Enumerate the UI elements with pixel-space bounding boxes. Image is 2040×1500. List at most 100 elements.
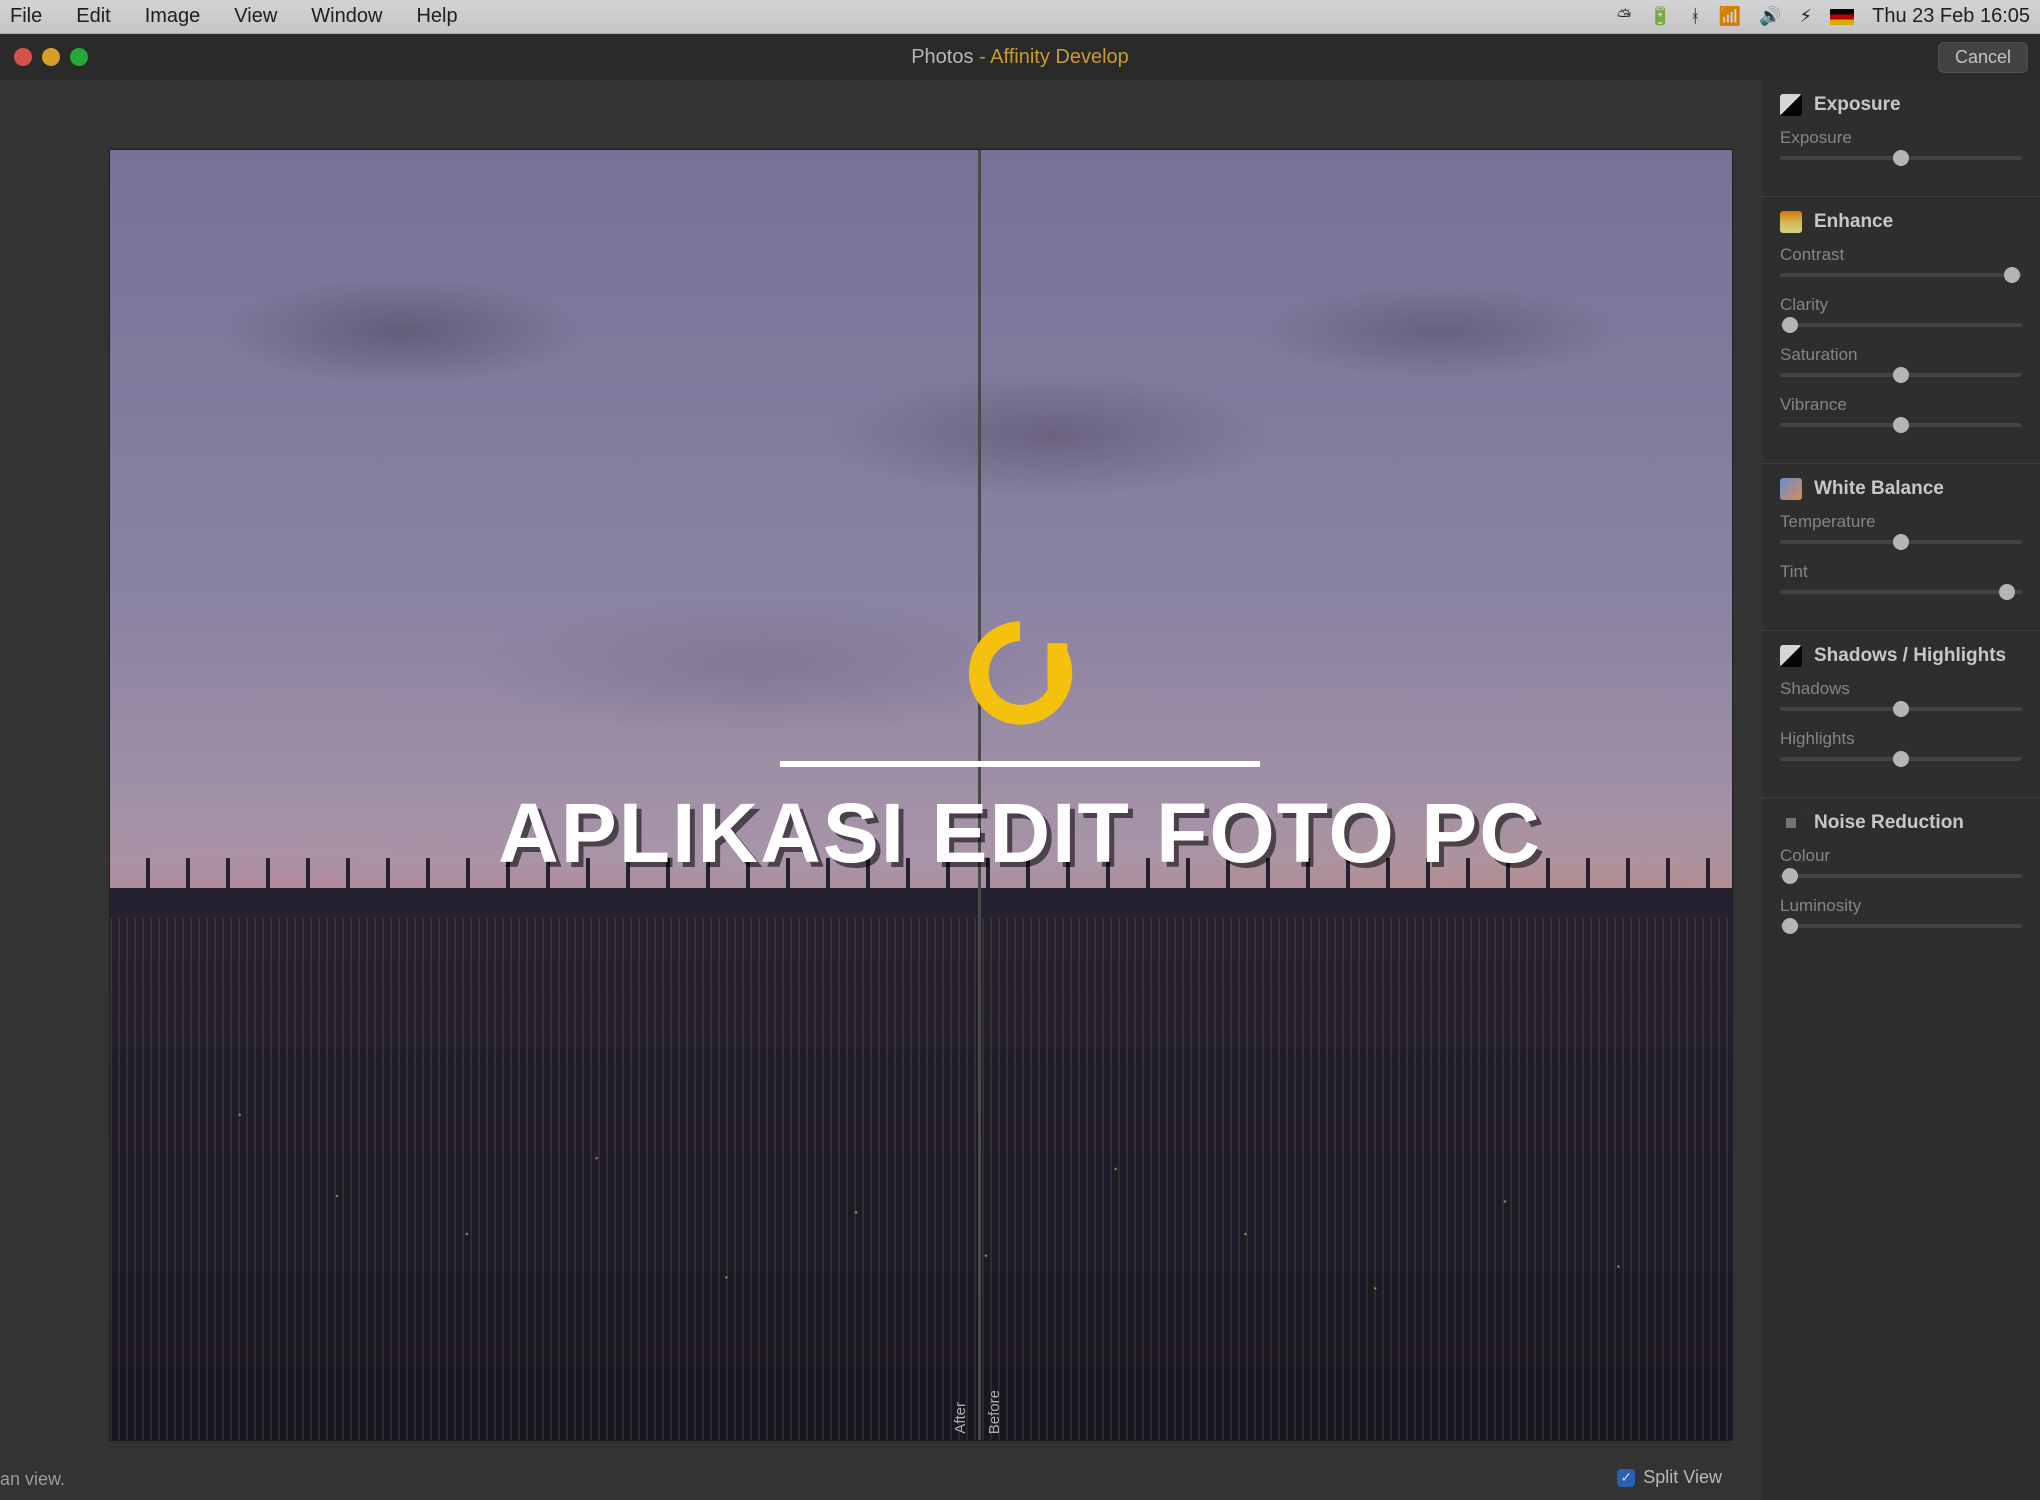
minimize-window-button[interactable] xyxy=(42,48,60,66)
param-row: Colour xyxy=(1780,846,2022,878)
split-view-label: Split View xyxy=(1643,1467,1722,1488)
section-title: White Balance xyxy=(1814,478,1944,500)
after-label: After xyxy=(952,1402,969,1434)
power-icon[interactable]: ⚡︎ xyxy=(1799,6,1812,27)
canvas-area: After Before an view. ✓ Split View xyxy=(0,80,1762,1500)
maximize-window-button[interactable] xyxy=(70,48,88,66)
param-label: Vibrance xyxy=(1780,395,2022,415)
param-label: Clarity xyxy=(1780,295,2022,315)
section-title: Enhance xyxy=(1814,211,1893,233)
param-label: Tint xyxy=(1780,562,2022,582)
slider-thumb[interactable] xyxy=(1999,584,2015,600)
mac-menubar: File Edit Image View Window Help ⛅︎ 🔋 ᚼ … xyxy=(0,0,2040,34)
panel-section: Enhance Contrast Clarity Saturation Vibrance xyxy=(1762,196,2040,463)
slider-thumb[interactable] xyxy=(2004,267,2020,283)
status-text: an view. xyxy=(0,1469,65,1490)
param-label: Saturation xyxy=(1780,345,2022,365)
param-row: Saturation xyxy=(1780,345,2022,377)
bluetooth-icon[interactable]: ᚼ xyxy=(1690,6,1701,27)
menu-window[interactable]: Window xyxy=(311,5,382,28)
section-title: Shadows / Highlights xyxy=(1814,645,2006,667)
param-row: Contrast xyxy=(1780,245,2022,277)
section-header[interactable]: Noise Reduction xyxy=(1780,812,2022,834)
param-row: Vibrance xyxy=(1780,395,2022,427)
param-row: Clarity xyxy=(1780,295,2022,327)
split-view-checkbox[interactable]: ✓ Split View xyxy=(1617,1467,1722,1488)
document-title: Photos - Affinity Develop xyxy=(911,46,1129,69)
slider-thumb[interactable] xyxy=(1893,417,1909,433)
photo-canvas[interactable]: After Before xyxy=(110,150,1732,1440)
cloud-icon[interactable]: ⛅︎ xyxy=(1617,6,1631,27)
param-row: Highlights xyxy=(1780,729,2022,761)
param-row: Luminosity xyxy=(1780,896,2022,928)
cancel-button[interactable]: Cancel xyxy=(1938,42,2028,73)
slider[interactable] xyxy=(1780,757,2022,761)
slider-thumb[interactable] xyxy=(1782,868,1798,884)
flag-de-icon[interactable] xyxy=(1830,9,1854,25)
slider-thumb[interactable] xyxy=(1893,751,1909,767)
menubar-left: File Edit Image View Window Help xyxy=(10,5,458,28)
ic-sh-icon xyxy=(1780,645,1802,667)
param-row: Exposure xyxy=(1780,128,2022,160)
menu-help[interactable]: Help xyxy=(416,5,457,28)
param-label: Luminosity xyxy=(1780,896,2022,916)
slider-thumb[interactable] xyxy=(1782,918,1798,934)
param-label: Temperature xyxy=(1780,512,2022,532)
slider[interactable] xyxy=(1780,874,2022,878)
clock[interactable]: Thu 23 Feb 16:05 xyxy=(1872,5,2030,28)
ic-nr-icon xyxy=(1780,812,1802,834)
slider[interactable] xyxy=(1780,156,2022,160)
param-label: Highlights xyxy=(1780,729,2022,749)
slider-thumb[interactable] xyxy=(1893,534,1909,550)
section-header[interactable]: Exposure xyxy=(1780,94,2022,116)
param-label: Contrast xyxy=(1780,245,2022,265)
slider[interactable] xyxy=(1780,590,2022,594)
section-header[interactable]: Shadows / Highlights xyxy=(1780,645,2022,667)
param-label: Shadows xyxy=(1780,679,2022,699)
menubar-right: ⛅︎ 🔋 ᚼ 📶 🔊 ⚡︎ Thu 23 Feb 16:05 xyxy=(1617,5,2030,28)
ic-exposure-icon xyxy=(1780,94,1802,116)
section-title: Exposure xyxy=(1814,94,1901,116)
menu-view[interactable]: View xyxy=(234,5,277,28)
titlebar: Photos - Affinity Develop Cancel xyxy=(0,34,2040,80)
slider[interactable] xyxy=(1780,323,2022,327)
split-divider[interactable] xyxy=(978,150,981,1440)
ic-enhance-icon xyxy=(1780,211,1802,233)
slider-thumb[interactable] xyxy=(1893,701,1909,717)
panel-section: Noise Reduction Colour Luminosity xyxy=(1762,797,2040,964)
menu-image[interactable]: Image xyxy=(145,5,201,28)
slider-thumb[interactable] xyxy=(1893,150,1909,166)
ic-wb-icon xyxy=(1780,478,1802,500)
param-row: Tint xyxy=(1780,562,2022,594)
slider[interactable] xyxy=(1780,924,2022,928)
menu-file[interactable]: File xyxy=(10,5,42,28)
workspace: After Before an view. ✓ Split View Expos… xyxy=(0,80,2040,1500)
section-header[interactable]: White Balance xyxy=(1780,478,2022,500)
before-label: Before xyxy=(986,1390,1003,1434)
slider[interactable] xyxy=(1780,373,2022,377)
slider-thumb[interactable] xyxy=(1893,367,1909,383)
param-row: Temperature xyxy=(1780,512,2022,544)
slider[interactable] xyxy=(1780,540,2022,544)
section-header[interactable]: Enhance xyxy=(1780,211,2022,233)
app-mode: Affinity Develop xyxy=(990,46,1129,68)
slider-thumb[interactable] xyxy=(1782,317,1798,333)
param-row: Shadows xyxy=(1780,679,2022,711)
slider[interactable] xyxy=(1780,423,2022,427)
close-window-button[interactable] xyxy=(14,48,32,66)
battery-icon[interactable]: 🔋 xyxy=(1649,6,1671,27)
panel-section: Shadows / Highlights Shadows Highlights xyxy=(1762,630,2040,797)
panel-section: White Balance Temperature Tint xyxy=(1762,463,2040,630)
menu-edit[interactable]: Edit xyxy=(76,5,110,28)
volume-icon[interactable]: 🔊 xyxy=(1759,6,1781,27)
doc-name: Photos xyxy=(911,46,973,68)
slider[interactable] xyxy=(1780,707,2022,711)
section-title: Noise Reduction xyxy=(1814,812,1964,834)
wifi-icon[interactable]: 📶 xyxy=(1719,6,1741,27)
window-controls xyxy=(14,48,88,66)
param-label: Exposure xyxy=(1780,128,2022,148)
slider[interactable] xyxy=(1780,273,2022,277)
check-icon: ✓ xyxy=(1617,1469,1635,1487)
panel-section: Exposure Exposure xyxy=(1762,80,2040,196)
photo-lights xyxy=(110,898,1732,1440)
